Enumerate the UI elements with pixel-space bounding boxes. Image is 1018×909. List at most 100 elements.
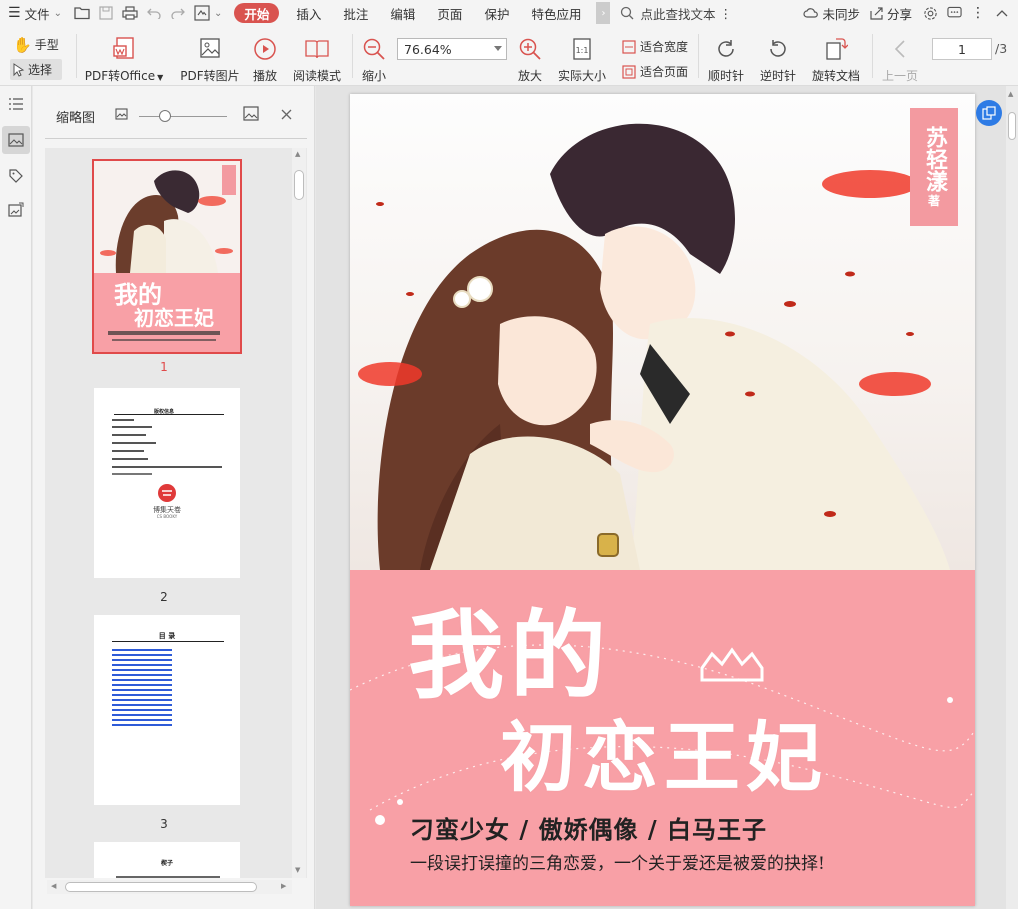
text-line [112,434,146,436]
text-line [112,466,222,468]
text-line [112,450,144,452]
tab-insert[interactable]: 插入 [285,0,332,26]
tab-annotate[interactable]: 批注 [332,0,379,26]
thumbnail-page-4[interactable]: 楔子 [94,842,240,878]
thumbnail-vertical-scrollbar[interactable]: ▲ ▼ [292,148,306,878]
close-icon[interactable] [281,109,292,120]
tab-edit[interactable]: 编辑 [379,0,426,26]
previous-page-button[interactable]: 上一页 [880,34,920,84]
attachment-panel-button[interactable] [2,196,30,224]
thumbnail-panel: 缩略图 我的 初恋王妃 1 版权信息 博集天卷 CS BOOKY 2 目 录 3… [33,86,315,909]
thumbnail-page-3-heading: 目 录 [158,632,176,640]
svg-text:我的: 我的 [114,281,162,309]
main-menu-button[interactable]: ☰ 文件 ⌄ [0,0,70,26]
toolbar-divider [872,34,873,78]
small-image-icon[interactable] [115,108,128,120]
share-label: 分享 [886,6,912,22]
more-options-icon[interactable]: ⋮ [966,1,990,25]
zoom-in-label: 放大 [517,69,542,83]
save-icon[interactable] [94,1,118,25]
thumbnail-page-1[interactable]: 我的 初恋王妃 [92,159,242,354]
open-icon[interactable] [70,1,94,25]
document-view[interactable]: 苏轻漾 著 我的 初恋王妃 刁蛮少女 / 傲娇偶像 / 白马王子 一段误打误撞的… [316,86,1018,909]
hand-tool-button[interactable]: ✋ 手型 [10,34,62,55]
share-button[interactable]: 分享 [864,0,918,26]
pdf-to-image-button[interactable]: PDF转图片 [178,34,242,84]
play-button[interactable]: 播放 [250,34,280,84]
cover-illustration [350,94,975,570]
rotate-document-button[interactable]: 旋转文档 [810,34,862,84]
author-suffix: 著 [927,194,940,208]
redo-icon[interactable] [166,1,190,25]
fit-width-button[interactable]: 适合宽度 [622,38,688,55]
fit-page-label: 适合页面 [640,65,689,79]
text-line [114,414,224,415]
read-mode-label: 阅读模式 [292,69,341,83]
scrollbar-thumb[interactable] [65,882,257,892]
tab-protect[interactable]: 保护 [473,0,520,26]
pdf-to-image-label: PDF转图片 [180,69,240,83]
document-vertical-scrollbar[interactable]: ▲ [1006,86,1018,909]
sync-button[interactable]: 未同步 [799,0,864,26]
thumbnail-horizontal-scrollbar[interactable]: ◀ ▶ [47,880,292,894]
page-number-input[interactable]: 1 [932,38,992,60]
thumbnail-size-slider-handle[interactable] [159,110,171,122]
text-line [112,641,224,642]
chevron-right-icon: › [601,7,606,19]
thumbnail-size-slider[interactable] [139,116,227,117]
thumbnail-page-2[interactable]: 版权信息 博集天卷 CS BOOKY [94,388,240,578]
read-mode-button[interactable]: 阅读模式 [292,34,342,84]
more-tabs-button[interactable]: › [596,2,611,24]
tab-start[interactable]: 开始 [234,3,280,23]
scrollbar-thumb[interactable] [1008,112,1016,140]
cursor-mode-group: ✋ 手型 选择 [10,34,62,80]
outline-panel-button[interactable] [2,90,30,118]
export-pdf-icon[interactable] [190,1,214,25]
zoom-out-label: 缩小 [361,69,386,83]
collapse-ribbon-icon[interactable] [990,1,1014,25]
bookmark-panel-button[interactable] [2,162,30,190]
thumbnail-panel-title: 缩略图 [56,111,96,126]
cloud-icon [803,8,819,18]
zoom-level-select[interactable]: 76.64% [397,38,507,60]
tab-features[interactable]: 特色应用 [520,0,592,26]
zoom-in-icon [519,38,541,60]
select-tool-label: 选择 [28,63,53,77]
rotate-document-icon [826,38,848,60]
zoom-in-button[interactable]: 放大 [516,34,544,84]
zoom-level-value: 76.64% [404,41,452,57]
undo-icon[interactable] [142,1,166,25]
fit-page-icon [622,64,636,79]
feedback-icon[interactable] [942,1,966,25]
cover-artwork [358,123,950,570]
rotate-clockwise-button[interactable]: 顺时针 [706,34,746,84]
thumbnail-panel-header: 缩略图 [33,86,315,138]
thumbnail-panel-button[interactable] [2,126,30,154]
tab-page[interactable]: 页面 [426,0,473,26]
select-tool-button[interactable]: 选择 [10,59,62,80]
print-icon[interactable] [118,1,142,25]
rotate-counterclockwise-button[interactable]: 逆时针 [758,34,798,84]
rotate-document-label: 旋转文档 [811,69,860,83]
fit-page-button[interactable]: 适合页面 [622,63,688,80]
thumbnail-page-3[interactable]: 目 录 [94,615,240,805]
search-box[interactable]: 点此查找文本 ⋮ [614,4,738,23]
thumbnail-page-number: 2 [160,590,168,604]
floating-convert-button[interactable] [976,100,1002,126]
search-placeholder: 点此查找文本 [640,6,716,22]
zoom-out-button[interactable]: 缩小 [360,34,388,84]
settings-icon[interactable] [918,1,942,25]
text-line [112,458,148,460]
more-vertical-icon: ⋮ [719,5,732,21]
total-pages: /3 [995,41,1008,56]
text-line [112,419,134,421]
pdf-to-office-button[interactable]: PDF转Office ▼ [85,34,163,84]
large-image-icon[interactable] [243,106,259,121]
author-badge: 苏轻漾 著 [910,108,958,226]
actual-size-button[interactable]: 1:1 实际大小 [556,34,608,84]
scrollbar-thumb[interactable] [294,170,304,200]
convert-icon [982,106,996,120]
image-export-icon [8,202,24,217]
scroll-up-icon: ▲ [1008,90,1014,98]
sync-label: 未同步 [822,6,860,22]
